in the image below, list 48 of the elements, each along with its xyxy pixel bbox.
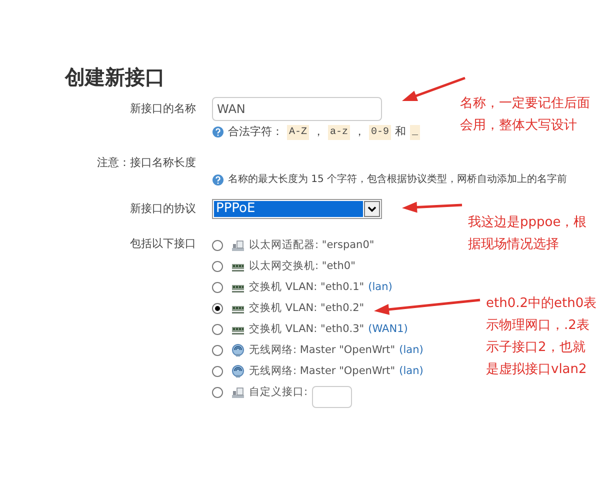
interface-label: 交换机 VLAN: "eth0.2" [249, 300, 364, 316]
arrow [402, 202, 462, 213]
annotation-text: eth0.2中的eth0表 示物理网口，.2表 示子接口2，也就 是虚拟接口vlan2 [486, 295, 597, 379]
radio-button[interactable] [212, 366, 223, 377]
radio-button[interactable] [212, 261, 223, 272]
help-icon [212, 126, 224, 138]
code-snippet: 0-9 [369, 124, 392, 140]
page-title: 创建新接口 [65, 64, 165, 91]
network-card-icon [231, 239, 245, 252]
interface-label: 交换机 VLAN: "eth0.1" [249, 280, 364, 295]
hint-text: 合法字符： [228, 124, 283, 140]
field-label: 包括以下接口 [129, 236, 197, 252]
code-snippet: _ [410, 124, 420, 140]
annotation-text: 名称，一定要记住后面 会用，整体大写设计 [460, 95, 590, 135]
radio-button[interactable] [212, 324, 223, 335]
interface-label: 交换机 VLAN: "eth0.3" [249, 322, 364, 337]
hint-text: 名称的最大长度为 15 个字符，包含根据协议类型，网桥自动添加上的名字前 [228, 172, 568, 187]
protocol-select[interactable]: PPPoE [212, 199, 382, 219]
radio-button[interactable] [212, 345, 223, 356]
hint-text: ， [354, 124, 366, 140]
radio-button[interactable] [212, 387, 223, 398]
annotation-text: 我这边是pppoe，根 据现场情况选择 [468, 214, 587, 254]
wireless-icon [231, 344, 245, 357]
interface-label: 以太网交换机: "eth0" [249, 258, 356, 274]
radio-button[interactable] [212, 282, 223, 293]
help-icon [212, 174, 224, 186]
wireless-icon [231, 365, 245, 378]
hint-text: 和 [395, 124, 406, 140]
interface-label: 无线网络: Master "OpenWrt" [249, 364, 396, 379]
network-card-icon [231, 386, 245, 399]
radio-button[interactable] [212, 240, 223, 251]
interface-label: 以太网适配器: "erspan0" [249, 238, 374, 253]
network-link[interactable]: (WAN1) [368, 322, 408, 338]
name-field[interactable]: WAN [212, 97, 382, 121]
custom-interface-field[interactable] [312, 386, 352, 408]
field-label: 注意：接口名称长度 [96, 154, 197, 170]
field-label: 新接口的名称 [129, 100, 197, 117]
network-link[interactable]: (lan) [368, 280, 392, 296]
code-snippet: a-z [328, 124, 350, 140]
network-link[interactable]: (lan) [399, 342, 424, 358]
interface-label: 无线网络: Master "OpenWrt" [249, 342, 396, 358]
radio-button[interactable] [212, 303, 223, 314]
field-label: 新接口的协议 [129, 200, 197, 217]
code-snippet: A-Z [287, 124, 310, 140]
interface-label: 自定义接口: [249, 384, 308, 400]
network-link[interactable]: (lan) [399, 364, 424, 380]
hint-text: ， [313, 124, 324, 140]
dropdown-icon [364, 201, 380, 217]
